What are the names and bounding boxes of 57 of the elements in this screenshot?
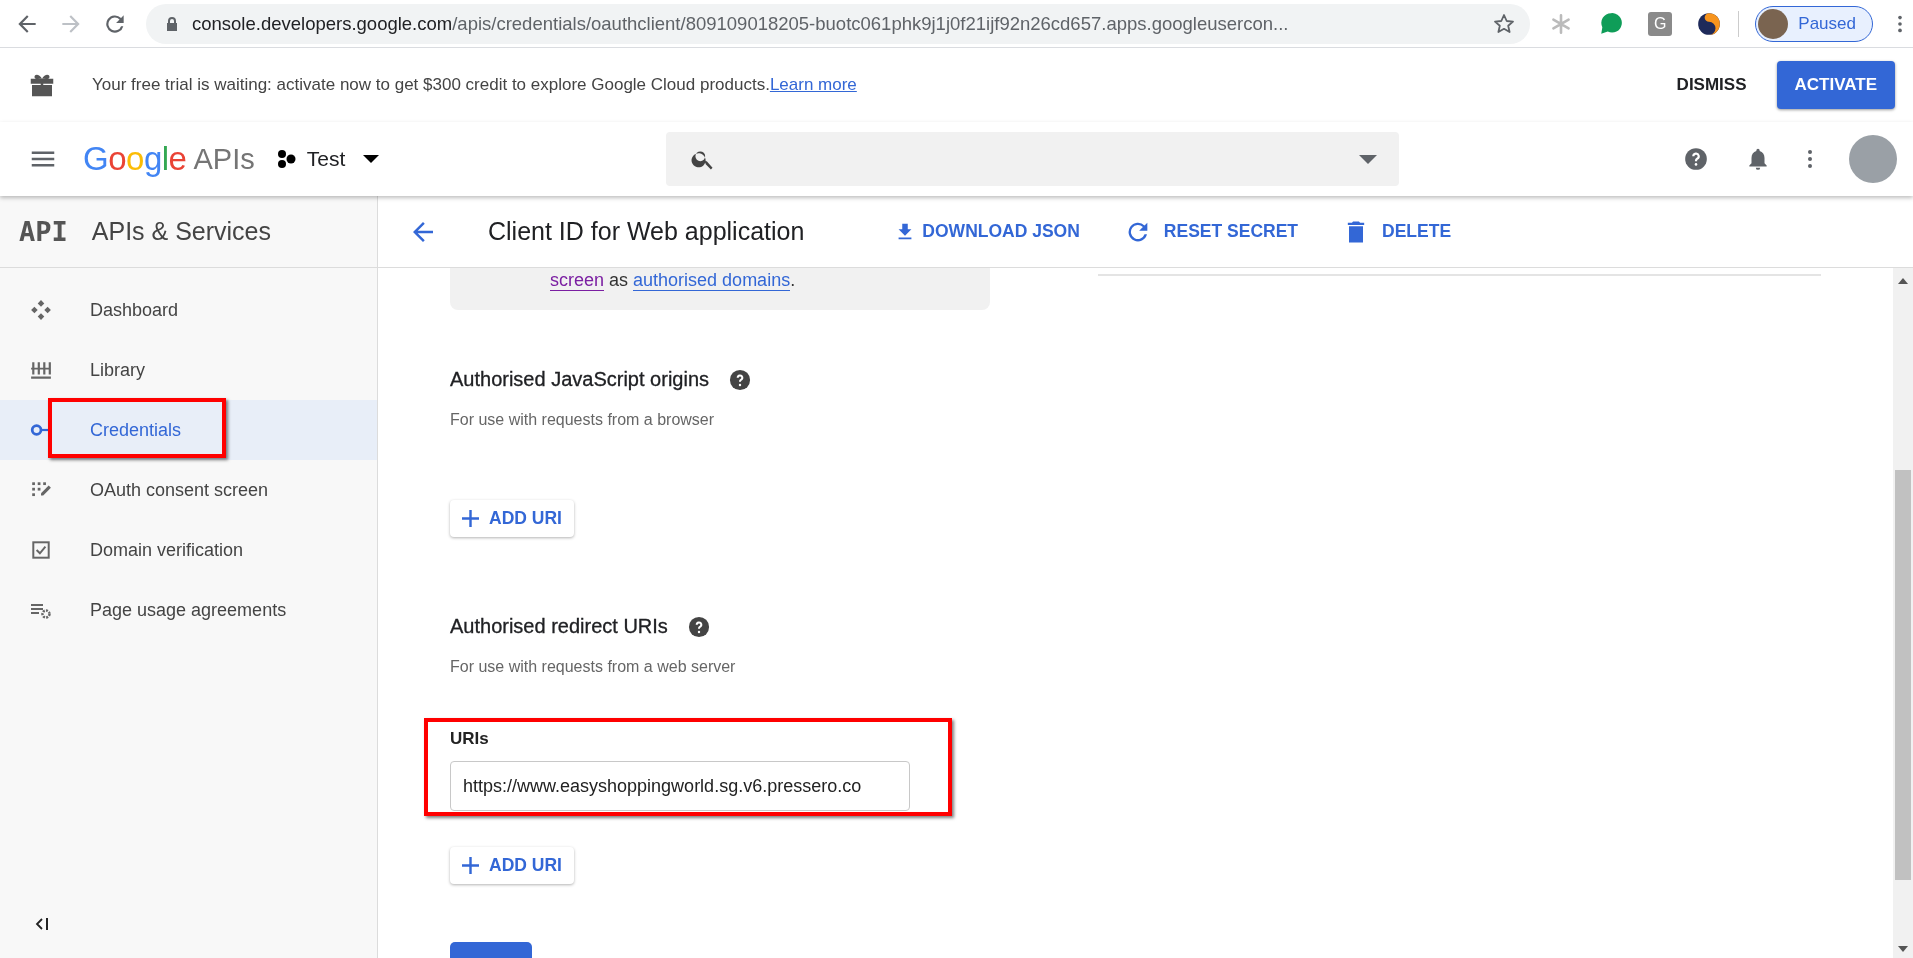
- delete-button[interactable]: DELETE: [1342, 213, 1452, 250]
- caret-icon: [363, 155, 380, 163]
- plus-icon: [462, 510, 479, 527]
- search-field[interactable]: [666, 132, 1400, 186]
- page-title: Client ID for Web application: [488, 217, 805, 246]
- trial-message: Your free trial is waiting: activate now to get $300 credit to explore Google Cloud products.Learn more: [92, 75, 858, 95]
- section-hint: For use with requests from a browser: [450, 411, 716, 429]
- plus-icon: [462, 857, 479, 874]
- add-uri-button[interactable]: ADD URI: [450, 847, 574, 884]
- dashboard-icon: [30, 299, 52, 321]
- uri-input[interactable]: https://www.easyshoppingworld.sg.v6.pressero.co: [450, 761, 910, 811]
- download-json-button[interactable]: DOWNLOAD JSON: [894, 213, 1080, 250]
- checkbox-icon: [30, 539, 52, 561]
- info-text: screen as authorised domains.: [550, 269, 797, 292]
- section-hint: For use with requests from a web server: [450, 658, 737, 676]
- sidebar-item[interactable]: Page usage agreements: [0, 580, 377, 640]
- scrollbar[interactable]: [1893, 268, 1913, 958]
- google-logo[interactable]: Google: [83, 140, 187, 178]
- caret-icon: [1359, 154, 1378, 164]
- project-selector[interactable]: Test: [272, 141, 384, 177]
- add-uri-button[interactable]: ADD URI: [450, 500, 574, 537]
- section-heading: Authorised redirect URIs: [450, 615, 668, 638]
- help-icon[interactable]: [687, 615, 710, 638]
- section-title: APIs & Services: [91, 217, 271, 246]
- scroll-up-icon[interactable]: [1898, 278, 1908, 284]
- api-logo: API: [19, 216, 68, 247]
- reset-secret-button[interactable]: RESET SECRET: [1123, 213, 1299, 250]
- help-icon[interactable]: [729, 368, 751, 391]
- product-name: APIs: [193, 142, 255, 176]
- circle-logo-icon[interactable]: [1696, 10, 1723, 37]
- sidebar-item[interactable]: Dashboard: [0, 280, 377, 340]
- help-icon[interactable]: [1683, 146, 1709, 172]
- project-dots-icon: [276, 149, 297, 169]
- sidebar-item[interactable]: Domain verification: [0, 520, 377, 580]
- chat-bubble-icon[interactable]: [1598, 10, 1625, 37]
- sidebar-item[interactable]: Library: [0, 340, 377, 400]
- address-bar[interactable]: console.developers.google.com/apis/credentials/oauthclient/809109018205-buotc061phk9j1j0f21ijf92n26cd657.apps.googleusercon...: [146, 3, 1531, 44]
- profile-chip[interactable]: Paused: [1755, 5, 1873, 42]
- field-label: URIs: [450, 729, 490, 749]
- extension-icon[interactable]: G: [1648, 11, 1673, 36]
- star-icon[interactable]: [1492, 11, 1517, 36]
- collapse-icon[interactable]: [35, 917, 51, 931]
- activate-button[interactable]: ACTIVATE: [1776, 61, 1895, 109]
- url-text: console.developers.google.com/apis/credentials/oauthclient/809109018205-buotc061phk9j1j0f21ijf92n26cd657.apps.googleusercon...: [192, 12, 1290, 35]
- lock-icon: [166, 16, 178, 31]
- account-avatar[interactable]: [1849, 135, 1897, 183]
- avatar: [1758, 8, 1789, 39]
- dismiss-button[interactable]: DISMISS: [1676, 65, 1747, 105]
- scroll-down-icon[interactable]: [1898, 946, 1908, 952]
- library-icon: [30, 359, 52, 381]
- sidebar-item[interactable]: Credentials: [0, 400, 377, 460]
- more-icon[interactable]: [1807, 147, 1813, 171]
- sidebar-item[interactable]: OAuth consent screen: [0, 460, 377, 520]
- section-heading: Authorised JavaScript origins: [450, 368, 709, 391]
- consent-screen-link[interactable]: screen: [550, 270, 605, 291]
- learn-more-link[interactable]: Learn more: [769, 75, 857, 94]
- authorised-domains-link[interactable]: authorised domains: [633, 270, 791, 291]
